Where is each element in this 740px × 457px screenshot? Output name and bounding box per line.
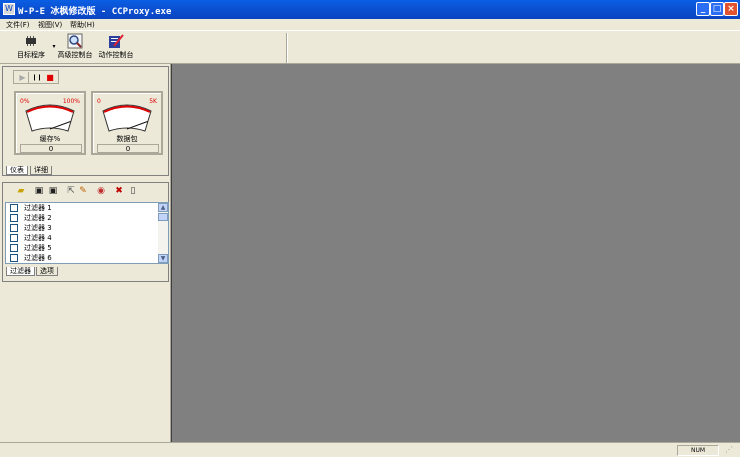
save-icon[interactable]: ▣ bbox=[33, 186, 45, 197]
chip-icon bbox=[26, 36, 36, 46]
magnifier-icon bbox=[67, 33, 83, 49]
capture-panel: ▶ ❙❙ ■ 0% 100% 缓存% 0 0 5K 数据包 0 bbox=[2, 66, 169, 176]
stop-button[interactable]: ■ bbox=[44, 72, 56, 83]
toolbar-separator bbox=[286, 33, 288, 63]
gauge-caption: 缓存% bbox=[39, 135, 61, 143]
target-icon[interactable]: ◉ bbox=[95, 186, 107, 197]
open-folder-icon[interactable]: ▰ bbox=[15, 186, 27, 197]
tab-filters[interactable]: 过滤器 bbox=[6, 267, 35, 276]
gauge-dial bbox=[102, 104, 152, 132]
filter-tabs: 过滤器 选项 bbox=[4, 267, 84, 277]
filter-checkbox[interactable] bbox=[10, 234, 18, 242]
delete-icon[interactable]: ✖ bbox=[113, 186, 125, 197]
menu-bar: 文件(F) 视图(V) 帮助(H) bbox=[0, 19, 740, 30]
list-item[interactable]: 过滤器 2 bbox=[6, 213, 160, 223]
gauge-caption: 数据包 bbox=[116, 135, 138, 143]
save-all-icon[interactable]: ▣ bbox=[47, 186, 59, 197]
gauge-value: 0 bbox=[20, 144, 82, 153]
filter-scrollbar[interactable]: ▲ ▼ bbox=[158, 203, 168, 263]
filter-list: 过滤器 1 过滤器 2 过滤器 3 过滤器 4 过滤器 5 过滤器 6 ▲ ▼ bbox=[5, 202, 169, 264]
action-console-label: 动作控制台 bbox=[98, 51, 134, 59]
scroll-down-icon[interactable]: ▼ bbox=[158, 254, 168, 263]
filter-label: 过滤器 2 bbox=[24, 214, 52, 222]
list-item[interactable]: 过滤器 3 bbox=[6, 223, 160, 233]
gauge-dial bbox=[25, 104, 75, 132]
window-title: W-P-E 冰枫修改版 - CCProxy.exe bbox=[18, 7, 172, 17]
tab-options[interactable]: 选项 bbox=[36, 267, 58, 276]
scroll-thumb[interactable] bbox=[158, 213, 168, 221]
action-console-button[interactable]: 动作控制台 bbox=[96, 32, 136, 62]
filter-checkbox[interactable] bbox=[10, 244, 18, 252]
menu-file[interactable]: 文件(F) bbox=[6, 20, 30, 30]
pencil-icon bbox=[109, 34, 124, 48]
status-bar: NUM ⋰ bbox=[0, 442, 740, 457]
packets-gauge: 0 5K 数据包 0 bbox=[91, 91, 163, 155]
tab-details[interactable]: 详细 bbox=[30, 166, 52, 175]
filter-settings-icon[interactable]: ⇱ bbox=[65, 186, 77, 197]
edit-wand-icon[interactable]: ✎ bbox=[77, 186, 89, 197]
list-item[interactable]: 过滤器 6 bbox=[6, 253, 160, 263]
list-item[interactable]: 过滤器 1 bbox=[6, 203, 160, 213]
left-panel: ▶ ❙❙ ■ 0% 100% 缓存% 0 0 5K 数据包 0 仪表 详细 ▰ … bbox=[0, 64, 171, 442]
tab-gauges[interactable]: 仪表 bbox=[6, 166, 28, 175]
toolbar: 目标程序 ▾ 高级控制台 动作控制台 bbox=[0, 30, 740, 64]
target-program-button[interactable]: 目标程序 bbox=[8, 32, 54, 62]
filter-label: 过滤器 5 bbox=[24, 244, 52, 252]
filter-label: 过滤器 6 bbox=[24, 254, 52, 262]
list-item[interactable]: 过滤器 4 bbox=[6, 233, 160, 243]
advanced-console-label: 高级控制台 bbox=[57, 51, 93, 59]
maximize-button[interactable]: □ bbox=[710, 2, 724, 16]
menu-view[interactable]: 视图(V) bbox=[38, 20, 62, 30]
gauge-value: 0 bbox=[97, 144, 159, 153]
buffer-gauge: 0% 100% 缓存% 0 bbox=[14, 91, 86, 155]
workspace-area[interactable] bbox=[171, 64, 740, 442]
filter-checkbox[interactable] bbox=[10, 214, 18, 222]
capture-controls: ▶ ❙❙ ■ bbox=[13, 70, 59, 84]
capture-tabs: 仪表 详细 bbox=[4, 166, 84, 176]
filter-label: 过滤器 4 bbox=[24, 234, 52, 242]
title-bar[interactable]: W W-P-E 冰枫修改版 - CCProxy.exe _ □ × bbox=[0, 0, 740, 19]
menu-help[interactable]: 帮助(H) bbox=[70, 20, 95, 30]
filter-checkbox[interactable] bbox=[10, 204, 18, 212]
close-button[interactable]: × bbox=[724, 2, 738, 16]
minimize-button[interactable]: _ bbox=[696, 2, 710, 16]
filter-label: 过滤器 3 bbox=[24, 224, 52, 232]
target-program-label: 目标程序 bbox=[17, 51, 45, 59]
advanced-console-button[interactable]: 高级控制台 bbox=[56, 32, 94, 62]
filter-checkbox[interactable] bbox=[10, 224, 18, 232]
trash-icon[interactable]: ▯ bbox=[127, 186, 139, 197]
list-item[interactable]: 过滤器 5 bbox=[6, 243, 160, 253]
resize-grip-icon[interactable]: ⋰ bbox=[721, 445, 737, 456]
num-lock-indicator: NUM bbox=[677, 445, 719, 456]
pause-button[interactable]: ❙❙ bbox=[31, 72, 43, 83]
play-button[interactable]: ▶ bbox=[17, 72, 29, 83]
app-icon[interactable]: W bbox=[3, 3, 15, 15]
filter-checkbox[interactable] bbox=[10, 254, 18, 262]
filter-toolbar: ▰ ▣ ▣ ⇱ ✎ ◉ ✖ ▯ bbox=[13, 185, 147, 199]
filter-label: 过滤器 1 bbox=[24, 204, 52, 212]
scroll-up-icon[interactable]: ▲ bbox=[158, 203, 168, 212]
